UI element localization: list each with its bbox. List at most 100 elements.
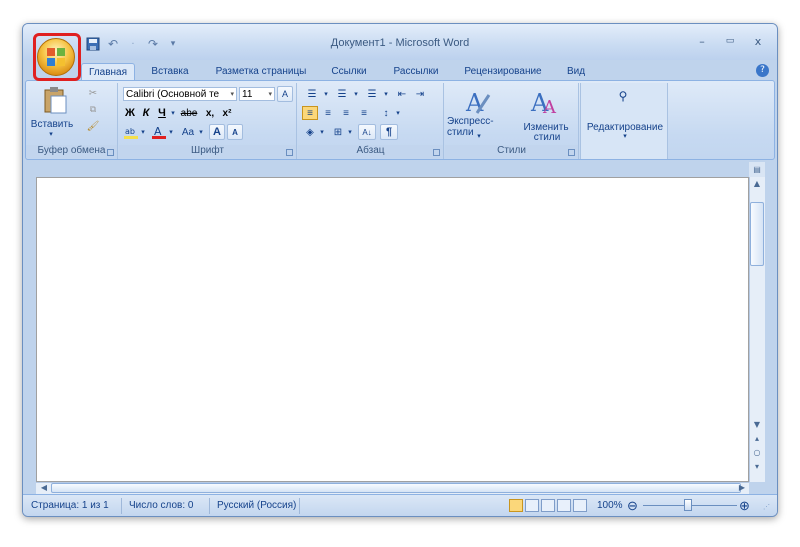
font-name-value: Calibri (Основной те	[126, 88, 220, 100]
paragraph-launcher-icon[interactable]	[433, 149, 440, 156]
zoom-out-button[interactable]: ⊖	[627, 498, 638, 514]
highlight-icon[interactable]: ab	[123, 125, 139, 139]
format-painter-icon[interactable]: 🖌	[86, 120, 100, 132]
zoom-in-button[interactable]: ⊕	[739, 498, 750, 514]
align-right-icon[interactable]: ≡	[338, 106, 354, 120]
underline-dropdown-icon[interactable]: ▾	[169, 106, 177, 120]
superscript-button[interactable]: x²	[219, 106, 235, 120]
font-color-icon[interactable]: A	[151, 125, 167, 139]
ruler-toggle-icon[interactable]: ▤	[751, 164, 763, 174]
tab-references[interactable]: Ссылки	[327, 63, 371, 80]
minimize-button[interactable]: –	[689, 32, 715, 50]
tab-view[interactable]: Вид	[563, 63, 589, 80]
separator	[121, 498, 122, 514]
borders-icon[interactable]: ⊞	[330, 125, 346, 139]
font-size-value: 11	[242, 88, 253, 100]
group-editing[interactable]: ⚲ Редактирование ▾	[580, 83, 668, 159]
clear-formatting-icon[interactable]: A	[277, 86, 293, 102]
change-styles-label-2: стили	[533, 131, 561, 143]
align-center-icon[interactable]: ≡	[320, 106, 336, 120]
cut-icon[interactable]: ✂	[86, 87, 100, 99]
tab-page-layout[interactable]: Разметка страницы	[209, 63, 313, 80]
language-indicator[interactable]: Русский (Россия)	[217, 500, 296, 511]
next-page-icon[interactable]: ▾	[750, 461, 764, 473]
multilevel-dropdown-icon[interactable]: ▾	[382, 87, 390, 101]
help-icon[interactable]: ?	[756, 64, 769, 77]
bullets-dropdown-icon[interactable]: ▾	[322, 87, 330, 101]
bullets-icon[interactable]: ☰	[302, 87, 322, 101]
tab-review[interactable]: Рецензирование	[459, 63, 547, 80]
line-spacing-dropdown-icon[interactable]: ▾	[394, 106, 402, 120]
subscript-button[interactable]: x,	[203, 106, 217, 120]
horizontal-scroll-thumb[interactable]	[51, 483, 741, 493]
styles-launcher-icon[interactable]	[568, 149, 575, 156]
underline-button[interactable]: Ч	[155, 106, 169, 120]
borders-dropdown-icon[interactable]: ▾	[346, 125, 354, 139]
scroll-up-icon[interactable]: ▲	[750, 178, 764, 190]
draft-icon[interactable]	[573, 499, 587, 512]
shrink-font-button[interactable]: A	[227, 124, 243, 140]
paste-icon[interactable]	[40, 85, 70, 115]
web-layout-icon[interactable]	[541, 499, 555, 512]
bold-button[interactable]: Ж	[123, 106, 137, 120]
highlight-dropdown-icon[interactable]: ▾	[139, 125, 147, 139]
italic-button[interactable]: К	[139, 106, 153, 120]
outline-icon[interactable]	[557, 499, 571, 512]
quick-styles-icon[interactable]: A	[463, 87, 493, 117]
shading-dropdown-icon[interactable]: ▾	[318, 125, 326, 139]
decrease-indent-icon[interactable]: ⇤	[394, 87, 410, 101]
strikethrough-button[interactable]: abe	[179, 106, 199, 120]
increase-indent-icon[interactable]: ⇥	[412, 87, 428, 101]
change-case-dropdown-icon[interactable]: ▾	[197, 125, 205, 139]
line-spacing-icon[interactable]: ↕	[378, 106, 394, 120]
justify-icon[interactable]: ≡	[356, 106, 372, 120]
close-button[interactable]: x	[745, 32, 771, 50]
shading-icon[interactable]: ◈	[302, 125, 318, 139]
sort-button[interactable]: А↓	[358, 124, 376, 140]
font-launcher-icon[interactable]	[286, 149, 293, 156]
scroll-left-icon[interactable]: ◀	[37, 482, 51, 494]
tab-home[interactable]: Главная	[81, 63, 135, 80]
chevron-down-icon: ▾	[230, 91, 234, 98]
resize-grip-icon[interactable]: ⋰	[763, 503, 770, 511]
font-name-select[interactable]: Calibri (Основной те ▾	[123, 87, 237, 101]
change-styles-icon[interactable]: AA	[529, 87, 563, 117]
binoculars-icon: ⚲	[618, 89, 628, 103]
tab-insert[interactable]: Вставка	[145, 63, 195, 80]
grow-font-button[interactable]: A	[209, 124, 225, 140]
align-left-icon[interactable]: ≡	[302, 106, 318, 120]
change-case-button[interactable]: Aa	[179, 125, 197, 139]
word-count[interactable]: Число слов: 0	[129, 500, 193, 511]
copy-icon[interactable]: ⧉	[86, 103, 100, 115]
group-clipboard: Вставить ▾ ✂ ⧉ 🖌 Буфер обмена	[26, 83, 118, 159]
word-window: ↶ · ↷ ▾ Документ1 - Microsoft Word – ▭ x…	[22, 23, 778, 517]
multilevel-list-icon[interactable]: ☰	[362, 87, 382, 101]
separator	[209, 498, 210, 514]
ribbon: Вставить ▾ ✂ ⧉ 🖌 Буфер обмена Calibri (О…	[25, 80, 775, 160]
previous-page-icon[interactable]: ▴	[750, 433, 764, 445]
font-color-dropdown-icon[interactable]: ▾	[167, 125, 175, 139]
full-screen-reading-icon[interactable]	[525, 499, 539, 512]
show-marks-button[interactable]: ¶	[380, 124, 398, 140]
numbering-dropdown-icon[interactable]: ▾	[352, 87, 360, 101]
group-label-paragraph: Абзац	[298, 145, 443, 158]
zoom-level[interactable]: 100%	[597, 500, 623, 511]
browse-object-icon[interactable]: ○	[750, 447, 764, 459]
tab-mailings[interactable]: Рассылки	[389, 63, 443, 80]
zoom-slider-thumb[interactable]	[684, 499, 692, 511]
numbering-icon[interactable]: ☰	[332, 87, 352, 101]
group-paragraph: ☰ ▾ ☰ ▾ ☰ ▾ ⇤ ⇥ ≡ ≡ ≡ ≡ ↕ ▾ ◈ ▾ ⊞ ▾ А↓ ¶…	[298, 83, 444, 159]
quick-styles-dropdown-icon[interactable]: ▾	[475, 132, 483, 140]
status-bar: Страница: 1 из 1 Число слов: 0 Русский (…	[23, 494, 777, 516]
scroll-right-icon[interactable]: ▶	[735, 482, 749, 494]
scroll-down-icon[interactable]: ▼	[750, 419, 764, 431]
font-size-select[interactable]: 11 ▾	[239, 87, 275, 101]
vertical-scroll-thumb[interactable]	[750, 202, 764, 266]
page-count[interactable]: Страница: 1 из 1	[31, 500, 109, 511]
paste-dropdown-icon[interactable]: ▾	[44, 130, 58, 138]
clipboard-launcher-icon[interactable]	[107, 149, 114, 156]
print-layout-icon[interactable]	[509, 499, 523, 512]
document-page[interactable]	[36, 177, 749, 482]
maximize-button[interactable]: ▭	[717, 32, 743, 50]
paste-button[interactable]: Вставить	[30, 118, 74, 130]
